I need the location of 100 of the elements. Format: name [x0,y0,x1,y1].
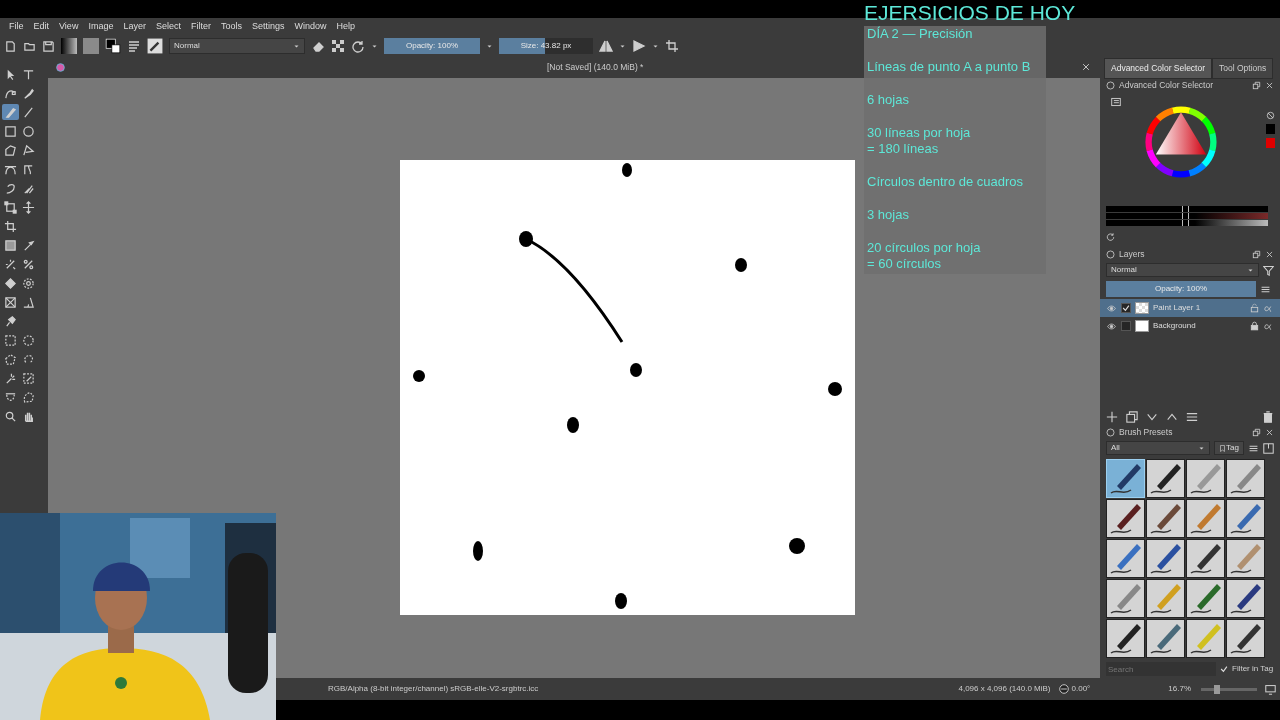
menu-icon[interactable] [1248,442,1259,454]
new-document-icon[interactable] [4,39,17,53]
polyline-tool-button[interactable] [20,142,37,158]
properties-icon[interactable] [1186,411,1198,423]
brush-preset[interactable] [1146,459,1185,498]
color-orb-icon[interactable] [56,62,65,72]
layer-row[interactable]: Background [1100,317,1280,336]
rectangle-tool-button[interactable] [2,123,19,139]
move-up-icon[interactable] [1166,411,1178,423]
color-slider[interactable] [1106,212,1268,219]
mirror-vertical-icon[interactable] [632,39,646,53]
brush-preset[interactable] [1186,499,1225,538]
ellipse-tool-button[interactable] [20,123,37,139]
menu-item[interactable]: Window [289,17,332,37]
move-tool-button[interactable] [20,199,37,215]
brush-preset[interactable] [1226,579,1265,618]
menu-item[interactable]: Tools [215,17,247,37]
lock-circle-icon[interactable] [1106,249,1115,259]
close-icon[interactable] [1265,427,1274,437]
close-icon[interactable] [1081,62,1091,72]
layer-blend-dropdown[interactable]: Normal [1106,263,1259,278]
blend-mode-dropdown[interactable]: Normal [169,38,305,54]
brush-preset[interactable] [1186,459,1225,498]
gradient-swatch[interactable] [61,38,77,54]
layer-checkbox[interactable] [1121,303,1131,314]
brush-preset[interactable] [1106,539,1145,578]
menu-item[interactable]: Filter [185,17,216,37]
document-tab-title[interactable]: [Not Saved] (140.0 MiB) * [547,60,644,74]
add-icon[interactable] [1106,411,1118,423]
color-select-tool-button[interactable] [20,370,37,386]
unlock-icon[interactable] [1250,303,1259,314]
preset-filter-dropdown[interactable]: All [1106,441,1211,455]
refresh-icon[interactable] [1106,231,1115,241]
lock-icon[interactable] [1250,321,1259,332]
brush-preset[interactable] [1146,579,1185,618]
menu-item[interactable]: Settings [246,17,290,37]
trash-icon[interactable] [1262,411,1274,423]
brush-preset[interactable] [1106,579,1145,618]
menu-item[interactable]: Image [83,17,119,37]
color-slider[interactable] [1106,205,1268,212]
slider-thumb[interactable] [1182,219,1190,226]
lock-circle-icon[interactable] [1106,81,1115,91]
close-icon[interactable] [1265,81,1274,91]
move-down-icon[interactable] [1146,411,1158,423]
brush-preset[interactable] [1106,499,1145,538]
tag-button[interactable]: Tag [1214,441,1244,455]
brush-preset[interactable] [1226,459,1265,498]
color-swatch[interactable] [1266,137,1275,148]
brush-settings-icon[interactable] [127,39,141,53]
rect-select-tool-button[interactable] [2,332,19,348]
menu-item[interactable]: Edit [28,17,55,37]
crop-tool-tool-button[interactable] [2,218,19,234]
close-icon[interactable] [1265,249,1274,259]
reload-icon[interactable] [351,39,365,53]
layer-row[interactable]: Paint Layer 1 [1100,299,1280,318]
duplicate-icon[interactable] [1126,411,1138,423]
menu-item[interactable]: Select [150,17,186,37]
mirror-horizontal-icon[interactable] [599,39,613,53]
dotted-circle-tool-button[interactable] [20,275,37,291]
color-slider[interactable] [1106,219,1268,226]
slider-thumb[interactable] [1182,205,1190,212]
menu-item[interactable]: View [54,17,84,37]
slider-thumb[interactable] [1213,684,1220,694]
filter-icon[interactable] [1263,264,1274,276]
crop-icon[interactable] [665,39,679,53]
brush-preset[interactable] [1226,499,1265,538]
float-icon[interactable] [1252,81,1261,91]
brush-preset[interactable] [1186,539,1225,578]
brush-preset[interactable] [1186,619,1225,658]
menu-item[interactable]: Help [331,17,360,37]
docker-tab[interactable]: Advanced Color Selector [1104,58,1213,79]
warp-tool-button[interactable] [2,294,19,310]
brush-preset[interactable] [1146,499,1185,538]
eye-icon[interactable] [1106,303,1117,313]
lock-circle-icon[interactable] [1106,427,1115,437]
eye-icon[interactable] [1106,321,1117,331]
brush-preset[interactable] [1186,579,1225,618]
ellipse-select-tool-button[interactable] [20,332,37,348]
brush-preset[interactable] [1226,539,1265,578]
menu-item[interactable]: Layer [118,17,151,37]
brush-preset[interactable] [1226,619,1265,658]
float-icon[interactable] [1252,427,1261,437]
brush-preset-icon[interactable] [147,38,163,54]
panel-icon[interactable] [1263,442,1274,454]
no-sign-icon[interactable] [1266,110,1275,120]
color-swatches-icon[interactable] [105,38,121,54]
monitor-icon[interactable] [1265,683,1276,695]
brush-preset[interactable] [1146,539,1185,578]
pattern-swatch[interactable] [83,38,99,54]
fill-bucket-tool-button[interactable] [2,275,19,291]
filter-in-tag-checkbox[interactable]: Filter in Tag [1220,663,1274,675]
color-swatch[interactable] [1266,123,1275,134]
float-icon[interactable] [1252,249,1261,259]
rotation-icon[interactable] [1058,684,1069,694]
menu-icon[interactable] [1260,283,1271,295]
layer-checkbox[interactable] [1121,321,1131,332]
checkmark-icon[interactable] [1220,665,1228,673]
slider-thumb[interactable] [1182,212,1190,219]
layer-opacity-slider[interactable]: Opacity: 100% [1106,281,1256,298]
brush-preset[interactable] [1146,619,1185,658]
